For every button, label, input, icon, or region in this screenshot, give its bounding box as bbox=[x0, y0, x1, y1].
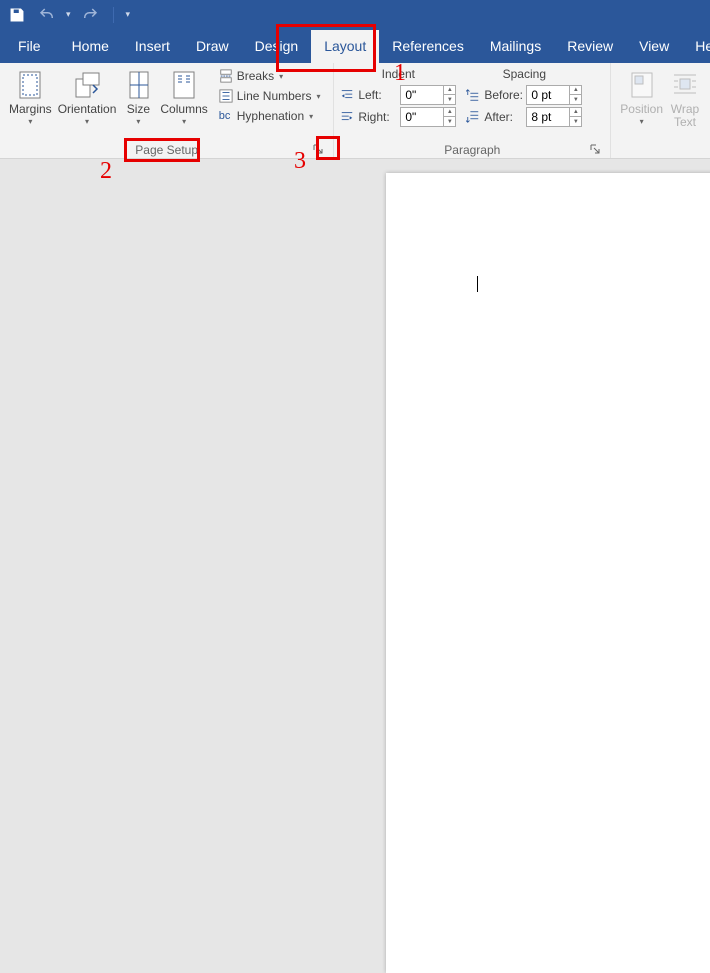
spin-down[interactable]: ▼ bbox=[444, 117, 455, 126]
spacing-after-icon bbox=[466, 110, 480, 124]
tab-insert[interactable]: Insert bbox=[122, 30, 183, 63]
dialog-launcher-icon bbox=[313, 144, 323, 154]
undo-dropdown-icon[interactable]: ▾ bbox=[66, 9, 71, 20]
spacing-after-spinbox[interactable]: ▲▼ bbox=[526, 107, 582, 127]
qat-separator bbox=[113, 7, 114, 23]
quick-access-toolbar: ▾ ▾ bbox=[6, 4, 130, 26]
position-button: Position ▾ bbox=[617, 67, 666, 131]
size-button[interactable]: Size ▾ bbox=[119, 67, 157, 128]
hyphenation-icon: bc bbox=[219, 110, 233, 122]
indent-right-spinbox[interactable]: ▲▼ bbox=[400, 107, 456, 127]
line-numbers-icon bbox=[219, 89, 233, 103]
group-page-setup: Margins ▾ Orientation ▾ Size ▾ Columns ▾ bbox=[0, 63, 334, 158]
wrap-text-icon bbox=[669, 69, 701, 101]
orientation-button[interactable]: Orientation ▾ bbox=[55, 67, 120, 128]
indent-heading: Indent bbox=[340, 67, 456, 81]
position-icon bbox=[626, 69, 658, 101]
undo-button[interactable] bbox=[36, 4, 58, 26]
margins-icon bbox=[14, 69, 46, 101]
indent-left-icon bbox=[340, 88, 354, 102]
tab-draw[interactable]: Draw bbox=[183, 30, 242, 63]
spacing-before-input[interactable] bbox=[527, 86, 569, 104]
document-area[interactable] bbox=[0, 159, 710, 595]
chevron-down-icon: ▾ bbox=[85, 117, 89, 126]
title-bar: ▾ ▾ bbox=[0, 0, 710, 29]
undo-icon bbox=[38, 6, 56, 24]
spin-down[interactable]: ▼ bbox=[570, 117, 581, 126]
ribbon-tabs: File Home Insert Draw Design Layout Refe… bbox=[0, 29, 710, 63]
spin-up[interactable]: ▲ bbox=[570, 86, 581, 95]
spin-down[interactable]: ▼ bbox=[444, 95, 455, 104]
spacing-before-label: Before: bbox=[484, 88, 522, 102]
save-button[interactable] bbox=[6, 4, 28, 26]
tab-review[interactable]: Review bbox=[554, 30, 626, 63]
spacing-before-icon bbox=[466, 88, 480, 102]
tab-layout[interactable]: Layout bbox=[311, 30, 379, 63]
redo-button[interactable] bbox=[79, 4, 101, 26]
page-setup-launcher[interactable] bbox=[311, 142, 325, 156]
columns-button[interactable]: Columns ▾ bbox=[157, 67, 210, 128]
page[interactable] bbox=[386, 173, 710, 973]
group-arrange: Position ▾ Wrap Text bbox=[611, 63, 710, 158]
spin-up[interactable]: ▲ bbox=[570, 108, 581, 117]
breaks-icon bbox=[219, 69, 233, 83]
spacing-after-input[interactable] bbox=[527, 108, 569, 126]
margins-button[interactable]: Margins ▾ bbox=[6, 67, 55, 128]
indent-left-spinbox[interactable]: ▲▼ bbox=[400, 85, 456, 105]
tab-references[interactable]: References bbox=[379, 30, 477, 63]
columns-icon bbox=[168, 69, 200, 101]
indent-left-input[interactable] bbox=[401, 86, 443, 104]
tab-home[interactable]: Home bbox=[59, 30, 122, 63]
wrap-text-button: Wrap Text bbox=[666, 67, 704, 131]
spacing-heading: Spacing bbox=[466, 67, 582, 81]
dialog-launcher-icon bbox=[590, 144, 600, 154]
ribbon: Margins ▾ Orientation ▾ Size ▾ Columns ▾ bbox=[0, 63, 710, 159]
line-numbers-button[interactable]: Line Numbers▾ bbox=[215, 87, 325, 105]
spin-up[interactable]: ▲ bbox=[444, 86, 455, 95]
group-title-page-setup: Page Setup bbox=[135, 143, 198, 157]
tab-design[interactable]: Design bbox=[242, 30, 312, 63]
save-icon bbox=[8, 6, 26, 24]
tab-file[interactable]: File bbox=[8, 30, 59, 63]
indent-right-input[interactable] bbox=[401, 108, 443, 126]
spin-up[interactable]: ▲ bbox=[444, 108, 455, 117]
spin-down[interactable]: ▼ bbox=[570, 95, 581, 104]
chevron-down-icon: ▾ bbox=[640, 117, 644, 126]
indent-left-label: Left: bbox=[358, 88, 396, 102]
group-title-paragraph: Paragraph bbox=[444, 143, 500, 157]
orientation-icon bbox=[71, 69, 103, 101]
group-paragraph: Indent Left: ▲▼ Right: bbox=[334, 63, 611, 158]
indent-right-label: Right: bbox=[358, 110, 396, 124]
redo-icon bbox=[81, 6, 99, 24]
hyphenation-button[interactable]: bc Hyphenation▾ bbox=[215, 107, 325, 125]
text-cursor bbox=[477, 276, 478, 292]
chevron-down-icon: ▾ bbox=[136, 117, 140, 126]
chevron-down-icon: ▾ bbox=[182, 117, 186, 126]
tab-mailings[interactable]: Mailings bbox=[477, 30, 554, 63]
qat-customize-icon[interactable]: ▾ bbox=[126, 9, 131, 20]
breaks-button[interactable]: Breaks▾ bbox=[215, 67, 325, 85]
tab-view[interactable]: View bbox=[626, 30, 682, 63]
size-icon bbox=[122, 69, 154, 101]
chevron-down-icon: ▾ bbox=[28, 117, 32, 126]
indent-right-icon bbox=[340, 110, 354, 124]
spacing-before-spinbox[interactable]: ▲▼ bbox=[526, 85, 582, 105]
spacing-after-label: After: bbox=[484, 110, 522, 124]
paragraph-launcher[interactable] bbox=[588, 142, 602, 156]
tab-help[interactable]: Help bbox=[682, 30, 710, 63]
